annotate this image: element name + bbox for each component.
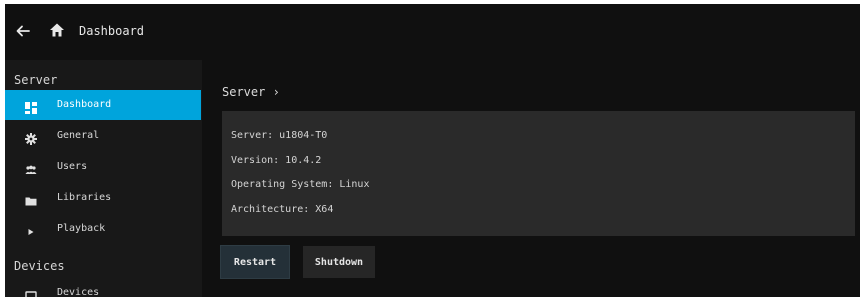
server-name-text: Server: u1804-T0 <box>231 130 328 141</box>
page-title: Dashboard <box>79 24 145 38</box>
sidebar-item-general[interactable]: General <box>5 121 201 151</box>
gear-icon <box>25 130 37 145</box>
sidebar-item-dashboard[interactable]: Dashboard <box>5 90 201 120</box>
restart-button[interactable]: Restart <box>221 246 289 278</box>
sidebar: Server Dashboard General Users Libraries… <box>5 60 202 297</box>
shutdown-button[interactable]: Shutdown <box>303 246 375 278</box>
users-icon <box>25 161 37 174</box>
sidebar-section-server: Server <box>14 73 58 87</box>
server-arch-text: Architecture: X64 <box>231 204 334 215</box>
devices-icon <box>25 287 37 297</box>
home-icon[interactable] <box>49 22 67 40</box>
sidebar-item-users[interactable]: Users <box>5 152 201 182</box>
app-window: Dashboard Server Dashboard General Users… <box>5 4 860 297</box>
sidebar-item-label: Users <box>57 161 88 172</box>
sidebar-item-label: Playback <box>57 223 106 234</box>
sidebar-section-devices: Devices <box>14 259 65 273</box>
sidebar-item-label: Dashboard <box>57 99 112 110</box>
dashboard-icon <box>25 99 37 114</box>
sidebar-item-libraries[interactable]: Libraries <box>5 183 201 213</box>
folder-icon <box>25 192 37 206</box>
server-info-panel: Server: u1804-T0 Version: 10.4.2 Operati… <box>222 111 855 236</box>
sidebar-item-devices[interactable]: Devices <box>5 278 201 297</box>
top-bar: Dashboard <box>5 4 860 60</box>
back-arrow-icon[interactable] <box>13 21 33 41</box>
sidebar-item-label: Devices <box>57 287 100 297</box>
sidebar-item-label: Libraries <box>57 192 112 203</box>
server-version-text: Version: 10.4.2 <box>231 155 322 166</box>
breadcrumb[interactable]: Server › <box>222 84 280 100</box>
sidebar-item-playback[interactable]: Playback <box>5 214 201 244</box>
play-icon <box>25 223 37 235</box>
sidebar-item-label: General <box>57 130 100 141</box>
server-os-text: Operating System: Linux <box>231 179 370 190</box>
